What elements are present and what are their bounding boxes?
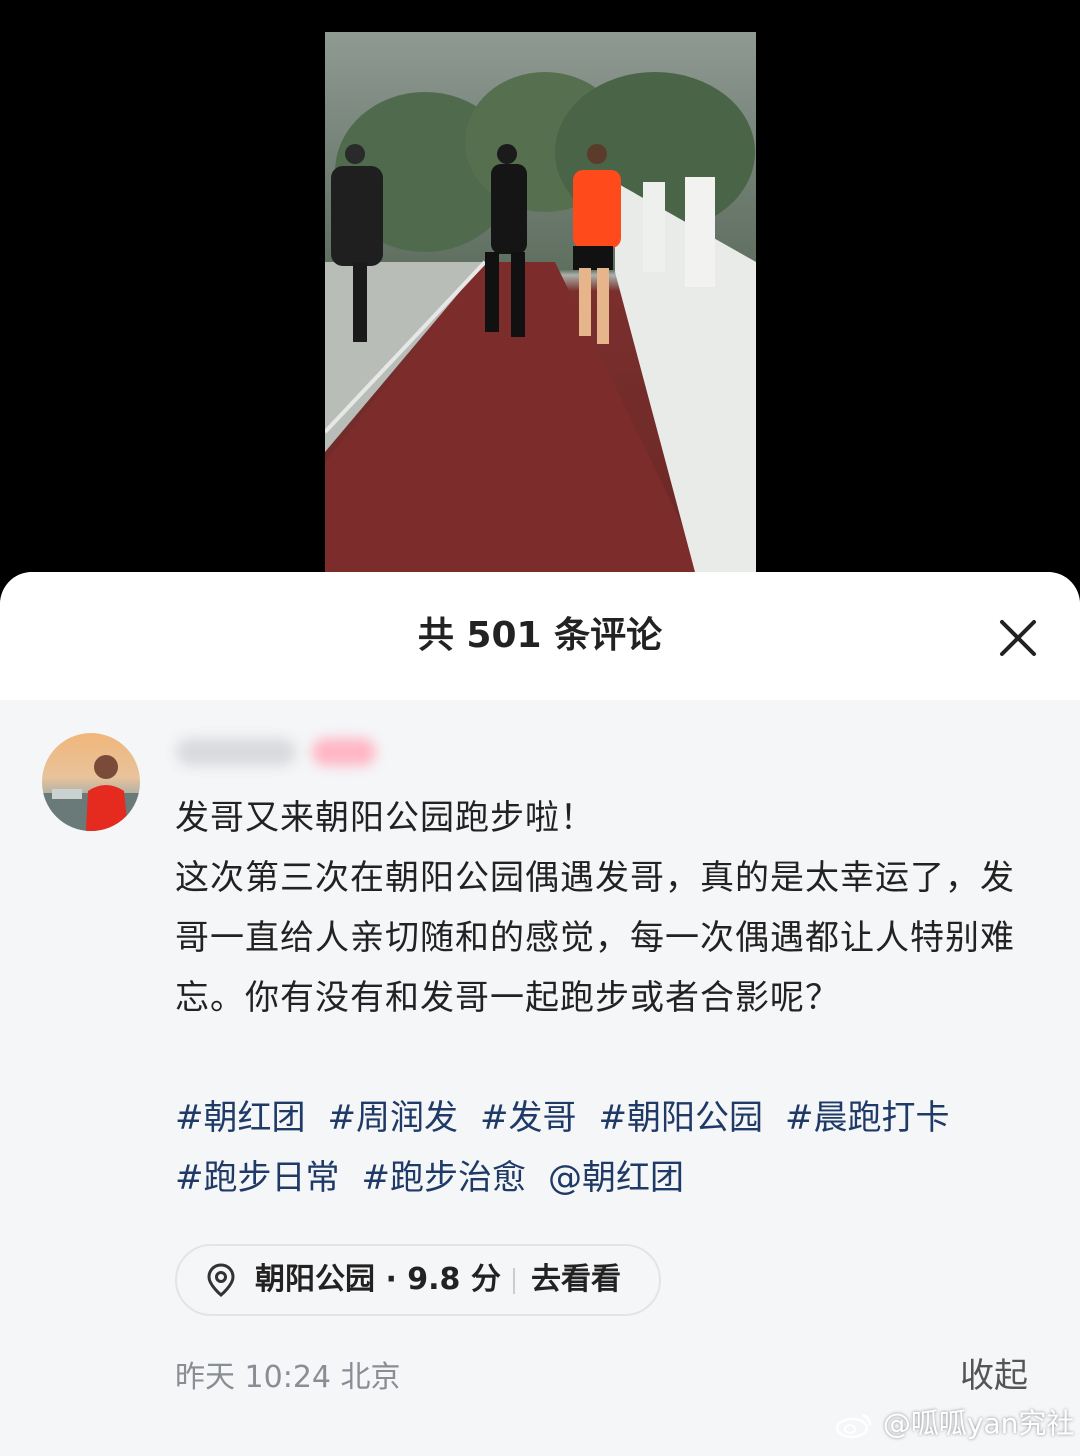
hashtag-list: #朝红团 #周润发 #发哥 #朝阳公园 #晨跑打卡 #跑步日常 #跑步治愈 @朝红团 bbox=[175, 1088, 1035, 1208]
location-go-button[interactable]: 去看看 bbox=[531, 1246, 621, 1314]
location-name: 朝阳公园 · 9.8 分 bbox=[255, 1262, 501, 1297]
post-content: 发哥又来朝阳公园跑步啦！ 这次第三次在朝阳公园偶遇发哥，真的是太幸运了，发哥一直… bbox=[175, 788, 1035, 1028]
comments-sheet: 共 501 条评论 发哥又来朝阳公园跑步啦！ 这次第三次在朝阳公园偶遇发哥，真的… bbox=[0, 572, 1080, 1456]
sheet-title: 共 501 条评论 bbox=[417, 615, 663, 656]
hashtag-link[interactable]: #跑步治愈 bbox=[362, 1148, 527, 1208]
post-paragraph: 这次第三次在朝阳公园偶遇发哥，真的是太幸运了，发哥一直给人亲切随和的感觉，每一次… bbox=[175, 858, 1015, 1018]
location-pin-icon bbox=[207, 1263, 235, 1297]
weibo-logo-icon bbox=[835, 1413, 872, 1439]
hashtag-link[interactable]: #晨跑打卡 bbox=[785, 1088, 950, 1148]
author-name-blurred[interactable] bbox=[176, 738, 296, 766]
location-chip[interactable]: 朝阳公园 · 9.8 分 去看看 bbox=[175, 1244, 661, 1316]
avatar-image bbox=[42, 755, 140, 831]
runner-black bbox=[491, 164, 527, 254]
video-frame[interactable] bbox=[325, 32, 756, 572]
watermark: @呱呱yan究社 bbox=[834, 1404, 1074, 1444]
runner-orange bbox=[573, 170, 621, 248]
hashtag-link[interactable]: #发哥 bbox=[480, 1088, 577, 1148]
hashtag-link[interactable]: #朝阳公园 bbox=[599, 1088, 764, 1148]
collapse-button[interactable]: 收起 bbox=[960, 1354, 1028, 1398]
hashtag-link[interactable]: #跑步日常 bbox=[175, 1148, 340, 1208]
post-meta: 昨天 10:24 北京 bbox=[175, 1360, 401, 1395]
sheet-header: 共 501 条评论 bbox=[0, 572, 1080, 700]
video-area[interactable] bbox=[0, 0, 1080, 600]
divider bbox=[513, 1268, 515, 1294]
video-scene-illustration bbox=[325, 72, 756, 572]
hashtag-link[interactable]: #周润发 bbox=[328, 1088, 459, 1148]
close-icon[interactable] bbox=[992, 612, 1044, 664]
hashtag-link[interactable]: #朝红团 bbox=[175, 1088, 306, 1148]
post-paragraph: 发哥又来朝阳公园跑步啦！ bbox=[175, 798, 595, 838]
author-badge-blurred bbox=[312, 738, 376, 766]
runner-left bbox=[331, 166, 383, 266]
mention-link[interactable]: @朝红团 bbox=[548, 1148, 684, 1208]
close-button[interactable] bbox=[992, 612, 1044, 664]
avatar[interactable] bbox=[42, 733, 140, 831]
watermark-text: @呱呱yan究社 bbox=[882, 1407, 1075, 1440]
